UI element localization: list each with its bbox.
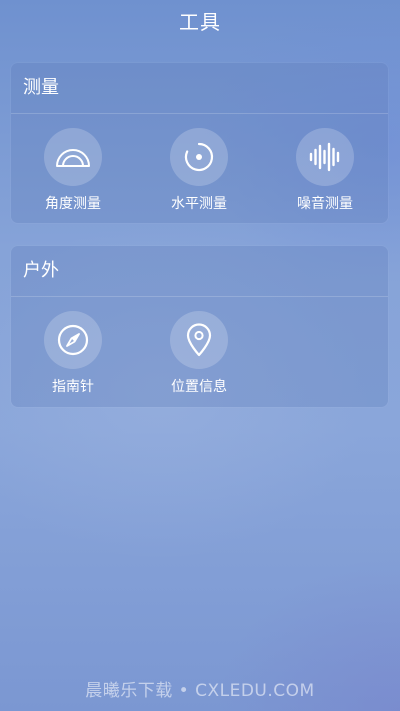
- page-title: 工具: [179, 10, 221, 34]
- icon-circle: [44, 311, 102, 369]
- tool-label: 位置信息: [171, 379, 227, 395]
- section-title: 测量: [11, 63, 388, 114]
- icon-circle: [170, 311, 228, 369]
- icon-circle: [296, 128, 354, 186]
- compass-icon: [57, 324, 89, 356]
- tool-compass[interactable]: 指南针: [18, 311, 128, 397]
- sound-wave-icon: [309, 142, 340, 172]
- tool-label: 角度测量: [45, 196, 101, 212]
- watermark-text: 晨曦乐下载 • CXLEDU.COM: [85, 681, 315, 701]
- section-outdoor: 户外 指南针 位置信息: [11, 246, 388, 407]
- icon-circle: [44, 128, 102, 186]
- tool-angle-measure[interactable]: 角度测量: [18, 128, 128, 214]
- icon-circle: [170, 128, 228, 186]
- section-measure: 测量 角度测量 水平测量 噪音测量: [11, 63, 388, 223]
- section-items: 指南针 位置信息: [11, 297, 388, 407]
- tool-location-info[interactable]: 位置信息: [144, 311, 254, 397]
- tool-level-measure[interactable]: 水平测量: [144, 128, 254, 214]
- section-items: 角度测量 水平测量 噪音测量: [11, 114, 388, 224]
- protractor-icon: [56, 149, 90, 167]
- section-title: 户外: [11, 246, 388, 297]
- tool-label: 噪音测量: [297, 196, 353, 212]
- tool-noise-measure[interactable]: 噪音测量: [270, 128, 380, 214]
- level-icon: [184, 142, 214, 172]
- tool-label: 水平测量: [171, 196, 227, 212]
- tool-label: 指南针: [52, 379, 94, 395]
- location-pin-icon: [186, 323, 212, 357]
